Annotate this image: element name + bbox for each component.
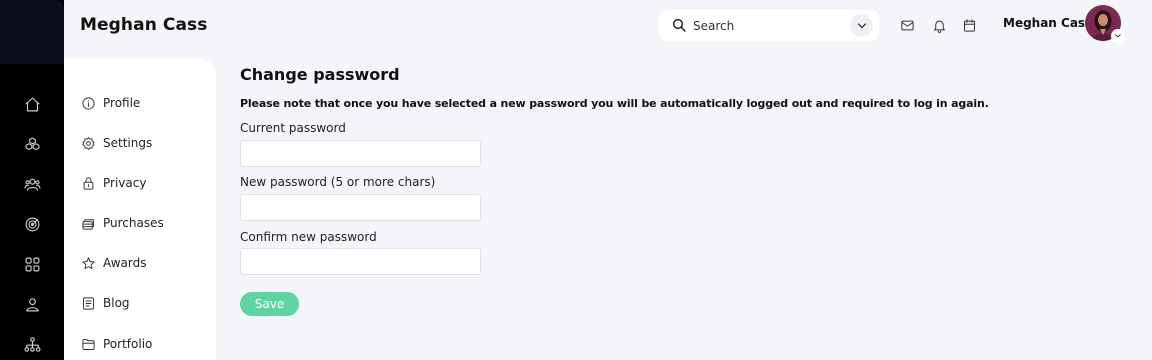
search-icon[interactable]: [671, 17, 687, 33]
new-password-label: New password (5 or more chars): [240, 175, 436, 189]
target-icon[interactable]: [20, 212, 44, 236]
menu-item-awards[interactable]: Awards: [80, 251, 146, 275]
bell-icon[interactable]: [930, 16, 948, 34]
menu-item-label: Blog: [103, 296, 130, 310]
save-button[interactable]: Save: [240, 292, 299, 316]
mail-icon[interactable]: [898, 16, 916, 34]
menu-item-blog[interactable]: Blog: [80, 291, 130, 315]
rail-logo-area: [0, 0, 64, 64]
calendar-icon[interactable]: [960, 16, 978, 34]
password-notice: Please note that once you have selected …: [240, 97, 989, 110]
menu-item-privacy[interactable]: Privacy: [80, 171, 146, 195]
new-password-field[interactable]: [240, 194, 481, 221]
info-icon: [80, 95, 96, 111]
search-input[interactable]: [693, 16, 843, 35]
menu-item-label: Purchases: [103, 216, 164, 230]
people-icon[interactable]: [20, 172, 44, 196]
grid-icon[interactable]: [20, 252, 44, 276]
page-title: Meghan Cass: [80, 15, 208, 35]
search-bar: [659, 10, 879, 41]
gear-icon: [80, 135, 96, 151]
home-icon[interactable]: [20, 92, 44, 116]
menu-item-label: Settings: [103, 136, 153, 150]
document-list-icon: [80, 295, 96, 311]
confirm-password-field[interactable]: [240, 248, 481, 275]
user-name[interactable]: Meghan Cass: [1003, 16, 1092, 30]
menu-item-label: Privacy: [103, 176, 147, 190]
avatar-chevron-icon[interactable]: [1111, 29, 1125, 43]
user-icon[interactable]: [20, 292, 44, 316]
folder-icon: [80, 336, 96, 352]
star-icon: [80, 255, 96, 271]
menu-item-label: Awards: [103, 256, 147, 270]
menu-item-purchases[interactable]: Purchases: [80, 211, 164, 235]
current-password-label: Current password: [240, 121, 346, 135]
icon-rail: [0, 0, 64, 360]
cubes-icon[interactable]: [20, 132, 44, 156]
menu-item-label: Profile: [103, 96, 141, 110]
lock-icon: [80, 175, 96, 191]
confirm-password-label: Confirm new password: [240, 230, 377, 244]
menu-item-profile[interactable]: Profile: [80, 91, 140, 115]
menu-item-label: Portfolio: [103, 337, 153, 351]
current-password-field[interactable]: [240, 140, 481, 167]
stacked-coins-icon: [80, 215, 96, 231]
chevron-down-icon[interactable]: [850, 14, 873, 37]
hierarchy-icon[interactable]: [20, 332, 44, 356]
menu-item-portfolio[interactable]: Portfolio: [80, 332, 152, 356]
menu-item-settings[interactable]: Settings: [80, 131, 152, 155]
settings-menu: Profile Settings Privacy Purchases Award…: [64, 59, 216, 360]
form-heading: Change password: [240, 65, 400, 84]
